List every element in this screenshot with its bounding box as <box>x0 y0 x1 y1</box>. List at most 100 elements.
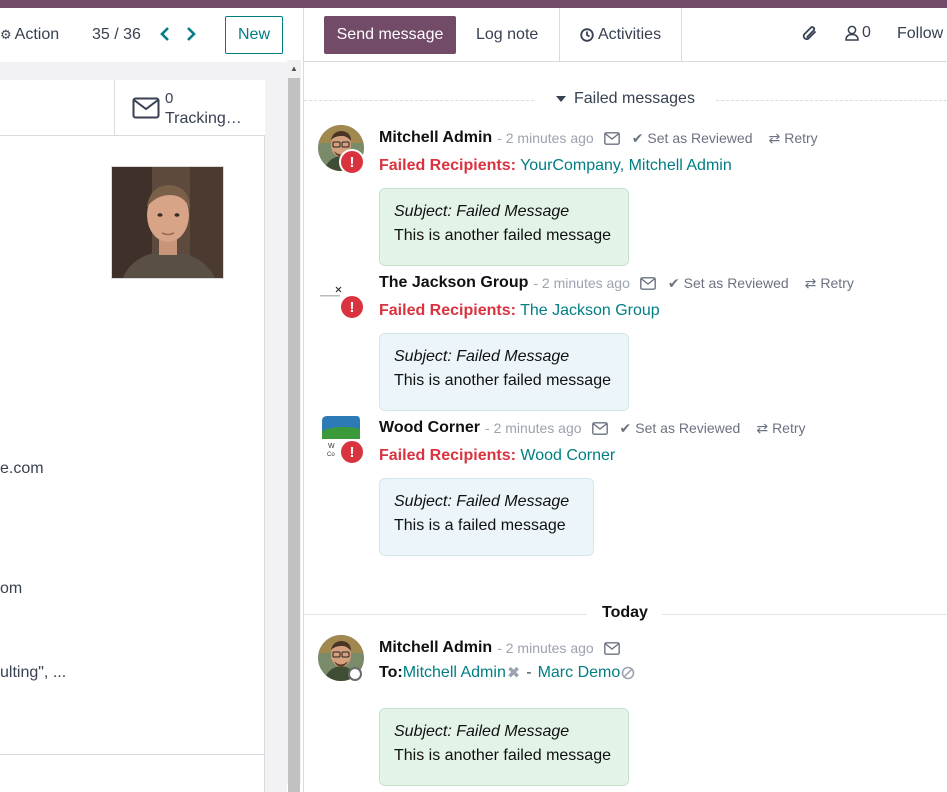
set-as-reviewed-button[interactable]: ✔ Set as Reviewed <box>620 420 741 437</box>
failed-messages-toggle[interactable]: Failed messages <box>556 90 695 108</box>
message-bubble: Subject: Failed Message This is a failed… <box>379 478 594 556</box>
failed-exclamation-icon[interactable]: ! <box>339 439 365 465</box>
activities-button[interactable]: Activities <box>559 8 682 62</box>
message-date: - 2 minutes ago <box>497 130 594 146</box>
followers-count: 0 <box>862 24 871 41</box>
failed-exclamation-icon[interactable]: ! <box>339 149 365 175</box>
send-message-button[interactable]: Send message <box>324 16 456 54</box>
message-body: This is a failed message <box>394 517 566 534</box>
recipients-row: To: Mitchell Admin ✖ - Marc Demo <box>379 663 635 683</box>
clock-icon <box>580 28 594 42</box>
set-as-reviewed-label: Set as Reviewed <box>635 420 741 436</box>
pager-previous-button[interactable] <box>155 21 175 47</box>
svg-text:W: W <box>328 443 335 450</box>
message-body: This is another failed message <box>394 227 611 244</box>
followers-button[interactable]: 0 <box>845 24 871 42</box>
envelope-icon[interactable] <box>603 131 620 145</box>
failed-recipients-label: Failed Recipients: <box>379 447 516 464</box>
check-icon: ✔ <box>631 129 644 146</box>
envelope-icon[interactable] <box>591 421 608 435</box>
message-header: Mitchell Admin - 2 minutes ago <box>379 639 620 657</box>
set-as-reviewed-label: Set as Reviewed <box>683 275 789 291</box>
retweet-icon: ⇄ <box>804 274 817 291</box>
form-pane: ⚙ Action 35 / 36 New 0 Tracking… e.com o… <box>0 8 303 792</box>
top-navbar-strip <box>0 0 947 8</box>
chevron-left-icon <box>160 27 169 41</box>
today-separator: Today <box>304 604 947 624</box>
partner-avatar-image[interactable] <box>111 166 224 279</box>
svg-text:Co: Co <box>327 452 335 458</box>
envelope-icon[interactable] <box>603 641 620 655</box>
message-subject: Subject: Failed Message <box>394 348 570 365</box>
separator-line <box>716 100 947 101</box>
retry-button[interactable]: ⇄ Retry <box>768 130 817 147</box>
message-subject: Subject: Failed Message <box>394 723 570 740</box>
message-subject: Subject: Failed Message <box>394 203 570 220</box>
envelope-icon[interactable] <box>639 276 656 290</box>
retry-label: Retry <box>772 420 806 436</box>
failed-recipients-row: Failed Recipients: Wood Corner <box>379 447 615 465</box>
retry-button[interactable]: ⇄ Retry <box>756 420 805 437</box>
email-fragment: e.com <box>0 460 44 477</box>
retry-button[interactable]: ⇄ Retry <box>805 275 854 292</box>
failed-recipients-list[interactable]: YourCompany, Mitchell Admin <box>520 157 732 174</box>
message-author[interactable]: Wood Corner <box>379 419 480 437</box>
smart-button-count: 0 <box>165 90 174 107</box>
message-bubble: Subject: Failed Message This is another … <box>379 708 629 786</box>
check-icon: ✔ <box>667 274 680 291</box>
set-as-reviewed-button[interactable]: ✔ Set as Reviewed <box>668 275 789 292</box>
action-menu[interactable]: ⚙ Action <box>0 26 59 44</box>
message-header: The Jackson Group - 2 minutes ago ✔ Set a… <box>379 274 854 292</box>
control-panel: ⚙ Action 35 / 36 New <box>0 8 303 62</box>
message-date: - 2 minutes ago <box>533 275 630 291</box>
message-bubble: Subject: Failed Message This is another … <box>379 188 629 266</box>
new-button[interactable]: New <box>225 16 283 54</box>
log-note-button[interactable]: Log note <box>476 26 538 44</box>
check-icon: ✔ <box>619 419 632 436</box>
retweet-icon: ⇄ <box>768 129 781 146</box>
pager-value[interactable]: 35 / 36 <box>92 26 141 44</box>
to-label: To: <box>379 664 403 681</box>
recipient-link[interactable]: Mitchell Admin <box>403 664 506 682</box>
message-item: ! Mitchell Admin - 2 minutes ago ✔ Set as… <box>304 125 947 266</box>
message-body: This is another failed message <box>394 747 611 764</box>
message-header: Wood Corner - 2 minutes ago ✔ Set as Revi… <box>379 419 806 437</box>
failed-messages-separator[interactable]: Failed messages <box>304 90 947 110</box>
attachment-button[interactable] <box>800 23 820 49</box>
chevron-right-icon <box>187 27 196 41</box>
message-bubble: Subject: Failed Message This is another … <box>379 333 629 411</box>
separator-line <box>662 614 947 615</box>
message-header: Mitchell Admin - 2 minutes ago ✔ Set as R… <box>379 129 818 147</box>
website-fragment: om <box>0 580 23 597</box>
message-author[interactable]: The Jackson Group <box>379 274 528 292</box>
message-author[interactable]: Mitchell Admin <box>379 129 492 147</box>
action-label: Action <box>14 26 60 43</box>
separator-line <box>304 100 534 101</box>
scroll-up-arrow-icon[interactable]: ▲ <box>290 64 298 73</box>
set-as-reviewed-button[interactable]: ✔ Set as Reviewed <box>632 130 753 147</box>
portrait-image <box>112 167 223 278</box>
ban-icon <box>621 666 635 680</box>
message-author[interactable]: Mitchell Admin <box>379 639 492 657</box>
activities-label: Activities <box>597 26 662 43</box>
message-subject: Subject: Failed Message <box>394 493 570 510</box>
recipient-separator: - <box>526 664 532 681</box>
tracking-smart-button[interactable]: 0 Tracking… <box>114 80 265 136</box>
message-date: - 2 minutes ago <box>497 640 594 656</box>
message-item: Mitchell Admin - 2 minutes ago To: Mitch… <box>304 635 947 786</box>
failed-recipients-label: Failed Recipients: <box>379 157 516 174</box>
paperclip-icon <box>802 26 816 40</box>
gear-icon: ⚙ <box>0 27 12 42</box>
chatter-pane: Send message Log note Activities 0 Follo… <box>304 8 947 792</box>
scrollbar-thumb[interactable] <box>288 78 300 792</box>
retry-label: Retry <box>820 275 854 291</box>
message-item: W Co ! Wood Corner - 2 minutes ago ✔ Set … <box>304 415 947 556</box>
failed-exclamation-icon[interactable]: ! <box>339 294 365 320</box>
button-box: 0 Tracking… <box>0 80 265 136</box>
failed-recipients-list[interactable]: The Jackson Group <box>520 302 660 319</box>
recipient-link[interactable]: Marc Demo <box>538 664 621 682</box>
pager-next-button[interactable] <box>181 21 201 47</box>
failed-recipients-list[interactable]: Wood Corner <box>520 447 615 464</box>
failed-messages-label: Failed messages <box>574 90 695 107</box>
follow-button[interactable]: Follow <box>897 25 943 43</box>
